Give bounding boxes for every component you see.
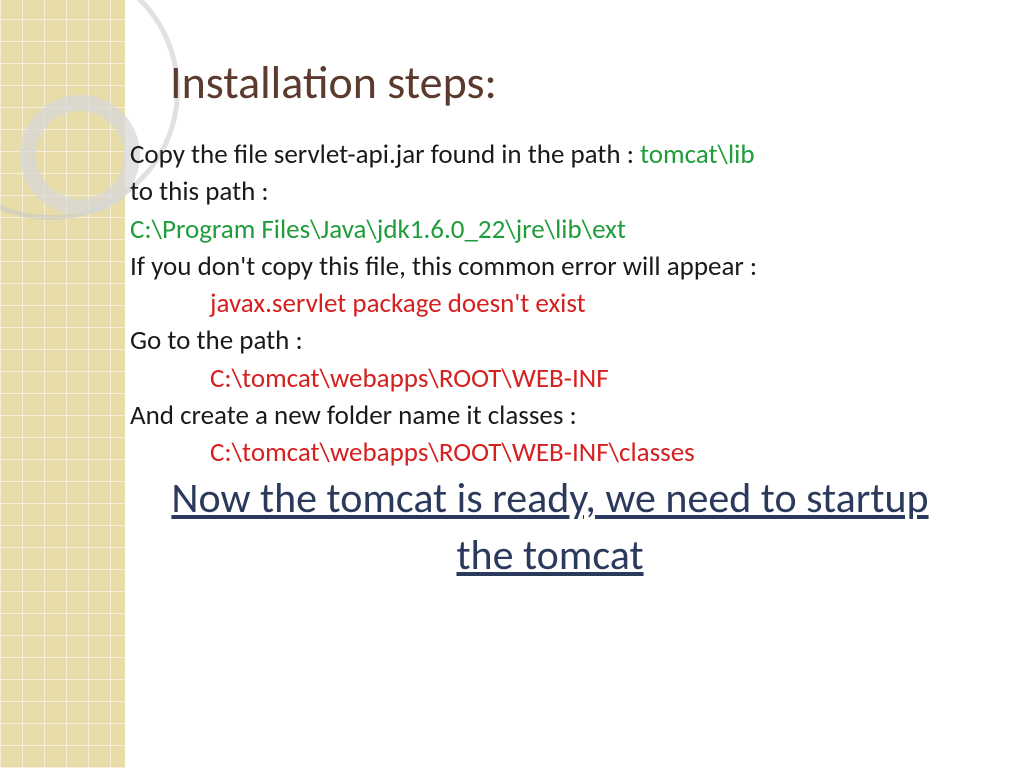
slide-content: Installation steps: Copy the file servle… <box>130 0 1000 585</box>
text-line: Copy the file servlet-api.jar found in t… <box>130 136 970 173</box>
path-line: C:\tomcat\webapps\ROOT\WEB-INF <box>130 360 970 397</box>
text-line: And create a new folder name it classes … <box>130 397 970 434</box>
slide-title: Installation steps: <box>170 55 970 111</box>
path-segment: tomcat\lib <box>640 138 755 171</box>
text-line: If you don't copy this file, this common… <box>130 248 970 285</box>
text-line: Go to the path : <box>130 322 970 359</box>
decorative-ring-small <box>20 95 140 215</box>
slide-body: Copy the file servlet-api.jar found in t… <box>130 136 970 585</box>
text-line: to this path : <box>130 173 970 210</box>
final-statement: Now the tomcat is ready, we need to star… <box>130 471 970 584</box>
text-segment: Copy the file servlet-api.jar found in t… <box>130 138 640 171</box>
path-line: C:\tomcat\webapps\ROOT\WEB-INF\classes <box>130 434 970 471</box>
error-line: javax.servlet package doesn't exist <box>130 285 970 322</box>
path-line: C:\Program Files\Java\jdk1.6.0_22\jre\li… <box>130 211 970 248</box>
